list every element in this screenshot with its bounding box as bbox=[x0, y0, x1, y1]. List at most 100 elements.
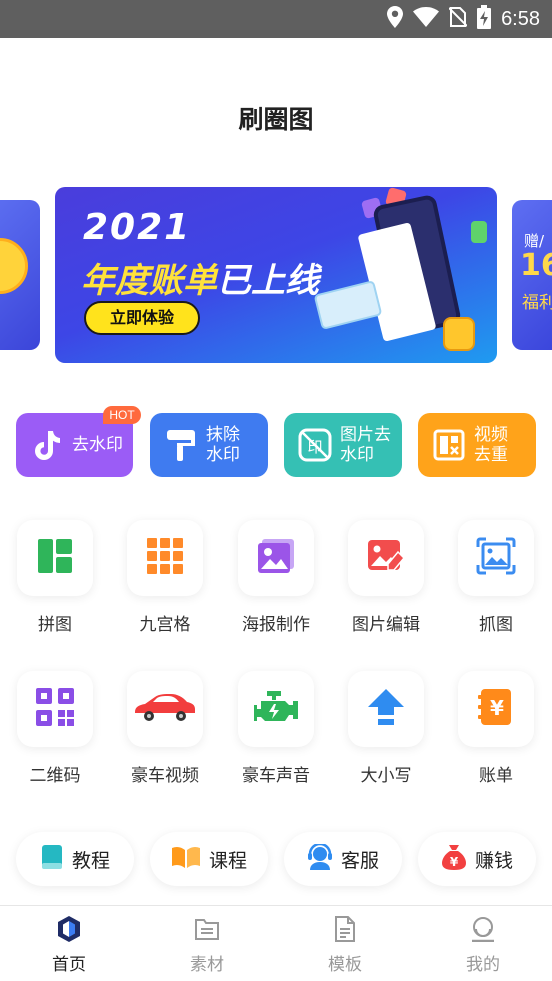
quick-image-watermark-button[interactable]: 印 图片去 水印 bbox=[284, 413, 402, 477]
capture-icon bbox=[476, 537, 516, 579]
book-icon bbox=[40, 844, 64, 874]
svg-text:¥: ¥ bbox=[490, 696, 504, 720]
tool-tile[interactable]: ¥ bbox=[458, 671, 534, 747]
money-bag-icon: ¥ bbox=[441, 843, 467, 875]
location-icon bbox=[387, 6, 404, 32]
tool-tile[interactable] bbox=[458, 520, 534, 596]
tool-label: 抓图 bbox=[479, 615, 513, 635]
tool-tile[interactable] bbox=[348, 671, 424, 747]
next-card-line3: 福利 bbox=[522, 293, 552, 313]
quick-label: 抹除 水印 bbox=[206, 425, 240, 465]
tiktok-icon bbox=[30, 428, 64, 462]
nav-materials[interactable]: 素材 bbox=[138, 906, 276, 981]
tool-label: 二维码 bbox=[29, 766, 81, 786]
quick-video-dedupe-button[interactable]: 视频 去重 bbox=[418, 413, 536, 477]
battery-charging-icon bbox=[477, 5, 492, 33]
tutorial-button[interactable]: 教程 bbox=[16, 832, 134, 886]
status-bar: 6:58 bbox=[0, 0, 552, 38]
home-icon bbox=[55, 914, 83, 944]
next-card-line2: 16 bbox=[520, 248, 552, 283]
quick-label: 视频 去重 bbox=[474, 425, 508, 465]
document-icon bbox=[331, 914, 359, 944]
banner-headline: 年度账单已上线 bbox=[81, 253, 319, 302]
tool-tile[interactable] bbox=[348, 520, 424, 596]
page-title: 刷圈图 bbox=[238, 105, 314, 134]
tool-tile[interactable] bbox=[238, 520, 314, 596]
tool-label: 账单 bbox=[479, 766, 513, 786]
bank-card-illustration bbox=[313, 280, 383, 330]
nav-profile[interactable]: 我的 bbox=[414, 906, 552, 981]
paint-roller-icon bbox=[164, 428, 198, 462]
course-button[interactable]: 课程 bbox=[150, 832, 268, 886]
tool-label: 九宫格 bbox=[139, 615, 191, 635]
yen-bill-icon: ¥ bbox=[478, 687, 514, 731]
poster-icon bbox=[256, 537, 296, 579]
banner-headline-rest: 已上线 bbox=[217, 261, 319, 301]
nav-home[interactable]: 首页 bbox=[0, 906, 138, 981]
banner-next-card[interactable]: 赠/ 16 福利 bbox=[512, 200, 552, 350]
no-sim-icon bbox=[448, 6, 468, 32]
folder-icon bbox=[193, 914, 221, 944]
wallet-badge-icon bbox=[471, 221, 487, 243]
tool-tile[interactable] bbox=[17, 520, 93, 596]
customer-service-button[interactable]: 客服 bbox=[284, 832, 402, 886]
earn-money-button[interactable]: ¥ 赚钱 bbox=[418, 832, 536, 886]
tool-nine-grid[interactable]: 九宫格 bbox=[115, 520, 215, 660]
tool-qrcode[interactable]: 二维码 bbox=[5, 671, 105, 811]
banner-year: 2021 bbox=[83, 207, 192, 248]
banner-cta-button[interactable]: 立即体验 bbox=[84, 301, 200, 335]
tool-label: 图片编辑 bbox=[352, 615, 420, 635]
banner-headline-highlight: 年度账单 bbox=[81, 261, 217, 301]
svg-text:¥: ¥ bbox=[450, 855, 459, 869]
tool-tile[interactable] bbox=[127, 520, 203, 596]
tool-tile[interactable] bbox=[238, 671, 314, 747]
nav-label: 模板 bbox=[328, 955, 362, 975]
clock: 6:58 bbox=[501, 7, 540, 30]
image-watermark-icon: 印 bbox=[298, 428, 332, 462]
tool-poster[interactable]: 海报制作 bbox=[226, 520, 326, 660]
grid-nine-icon bbox=[147, 538, 183, 578]
tool-label: 拼图 bbox=[38, 615, 72, 635]
pill-label: 客服 bbox=[340, 849, 379, 872]
engine-icon bbox=[253, 689, 299, 729]
quick-erase-watermark-button[interactable]: 抹除 水印 bbox=[150, 413, 268, 477]
banner-prev-card[interactable] bbox=[0, 200, 40, 350]
tool-capture[interactable]: 抓图 bbox=[446, 520, 546, 660]
pill-label: 课程 bbox=[208, 849, 247, 872]
hot-badge: HOT bbox=[103, 406, 141, 424]
tool-tile[interactable] bbox=[127, 671, 203, 747]
banner-current-card[interactable]: 2021 年度账单已上线 立即体验 bbox=[55, 187, 497, 363]
nav-label: 我的 bbox=[466, 955, 500, 975]
tool-collage[interactable]: 拼图 bbox=[5, 520, 105, 660]
nav-label: 首页 bbox=[52, 955, 86, 975]
pill-label: 教程 bbox=[71, 849, 110, 872]
bottom-nav: 首页 素材 模板 我的 bbox=[0, 905, 552, 981]
collage-icon bbox=[37, 538, 73, 578]
open-book-icon bbox=[171, 845, 201, 873]
arrow-up-icon bbox=[366, 687, 406, 731]
coin-icon bbox=[0, 238, 28, 294]
support-icon bbox=[307, 842, 333, 874]
profile-icon bbox=[469, 914, 497, 944]
tool-label: 豪车声音 bbox=[242, 766, 310, 786]
tool-bill[interactable]: ¥ 账单 bbox=[446, 671, 546, 811]
pill-label: 赚钱 bbox=[474, 849, 513, 872]
coin-stack-illustration bbox=[443, 317, 475, 351]
tool-label: 豪车视频 bbox=[131, 766, 199, 786]
nav-templates[interactable]: 模板 bbox=[276, 906, 414, 981]
tool-case-convert[interactable]: 大小写 bbox=[336, 671, 436, 811]
car-icon bbox=[133, 692, 197, 726]
tool-label: 大小写 bbox=[360, 766, 412, 786]
tool-label: 海报制作 bbox=[242, 615, 310, 635]
wifi-icon bbox=[413, 7, 440, 31]
image-edit-icon bbox=[366, 538, 406, 578]
tool-luxury-car-sound[interactable]: 豪车声音 bbox=[226, 671, 326, 811]
quick-label: 去水印 bbox=[72, 435, 123, 455]
qrcode-icon bbox=[36, 688, 74, 730]
tool-tile[interactable] bbox=[17, 671, 93, 747]
quick-label: 图片去 水印 bbox=[340, 425, 391, 465]
tool-luxury-car-video[interactable]: 豪车视频 bbox=[115, 671, 215, 811]
video-dedupe-icon bbox=[432, 428, 466, 462]
tool-image-edit[interactable]: 图片编辑 bbox=[336, 520, 436, 660]
nav-label: 素材 bbox=[190, 955, 224, 975]
